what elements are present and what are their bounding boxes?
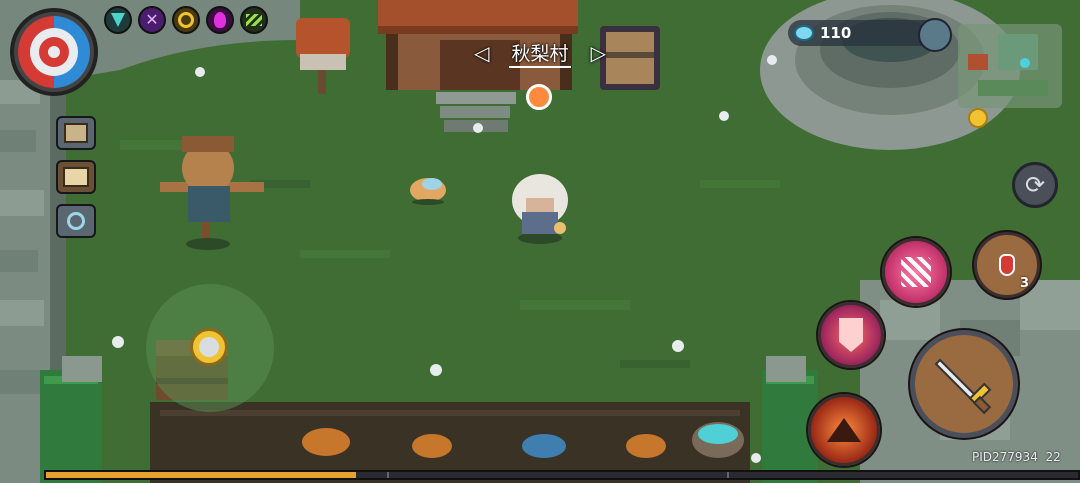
potion-count: 3 — [1019, 276, 1029, 291]
map-board-button[interactable] — [56, 160, 96, 194]
potion-icon — [999, 254, 1015, 276]
location-name: 秋梨村 — [509, 39, 571, 68]
attack-sword-icon — [934, 358, 992, 415]
hp-mana-ring-icon — [18, 16, 90, 88]
crit-skill-icon — [901, 257, 931, 287]
shield-skill-icon — [839, 318, 863, 352]
coin-icon — [968, 108, 988, 128]
player-id-text: PID277934 22 — [972, 450, 1061, 464]
flame-buff-icon[interactable] — [206, 6, 234, 34]
target-buff-icon[interactable] — [172, 6, 200, 34]
next-location-arrow[interactable]: ▷ — [591, 41, 606, 65]
minimap[interactable] — [958, 24, 1062, 108]
map-board-icon — [63, 167, 89, 187]
potion-button[interactable]: 3 — [974, 232, 1040, 298]
journal-button[interactable] — [56, 116, 96, 150]
swap-icon: ⟳ — [1024, 171, 1046, 199]
search-magnifier-icon — [67, 212, 85, 230]
journal-icon — [64, 123, 88, 143]
player-id-number: 22 — [1045, 450, 1061, 464]
attack-button[interactable] — [910, 330, 1018, 438]
hp-mana-orb[interactable] — [10, 8, 98, 96]
location-marker-dot — [526, 84, 552, 110]
cross-buff-icon[interactable]: ✕ — [138, 6, 166, 34]
volcano-skill-icon — [827, 418, 861, 442]
shop-icon[interactable] — [918, 18, 952, 52]
gem-counter: 110 — [788, 20, 938, 46]
volcano-skill-button[interactable] — [808, 394, 880, 466]
claw-buff-icon[interactable] — [240, 6, 268, 34]
experience-bar-fill — [46, 472, 356, 478]
crit-skill-button[interactable] — [882, 238, 950, 306]
interact-magnifier-icon[interactable] — [190, 328, 228, 366]
experience-bar — [44, 470, 1080, 480]
rune-buff-icon[interactable] — [104, 6, 132, 34]
search-button[interactable] — [56, 204, 96, 238]
gem-value: 110 — [820, 24, 852, 42]
swap-button[interactable]: ⟳ — [1012, 162, 1058, 208]
location-banner[interactable]: ◁ 秋梨村 ▷ — [474, 38, 606, 68]
shield-skill-button[interactable] — [818, 302, 884, 368]
prev-location-arrow[interactable]: ◁ — [474, 41, 489, 65]
gem-icon — [794, 25, 814, 41]
